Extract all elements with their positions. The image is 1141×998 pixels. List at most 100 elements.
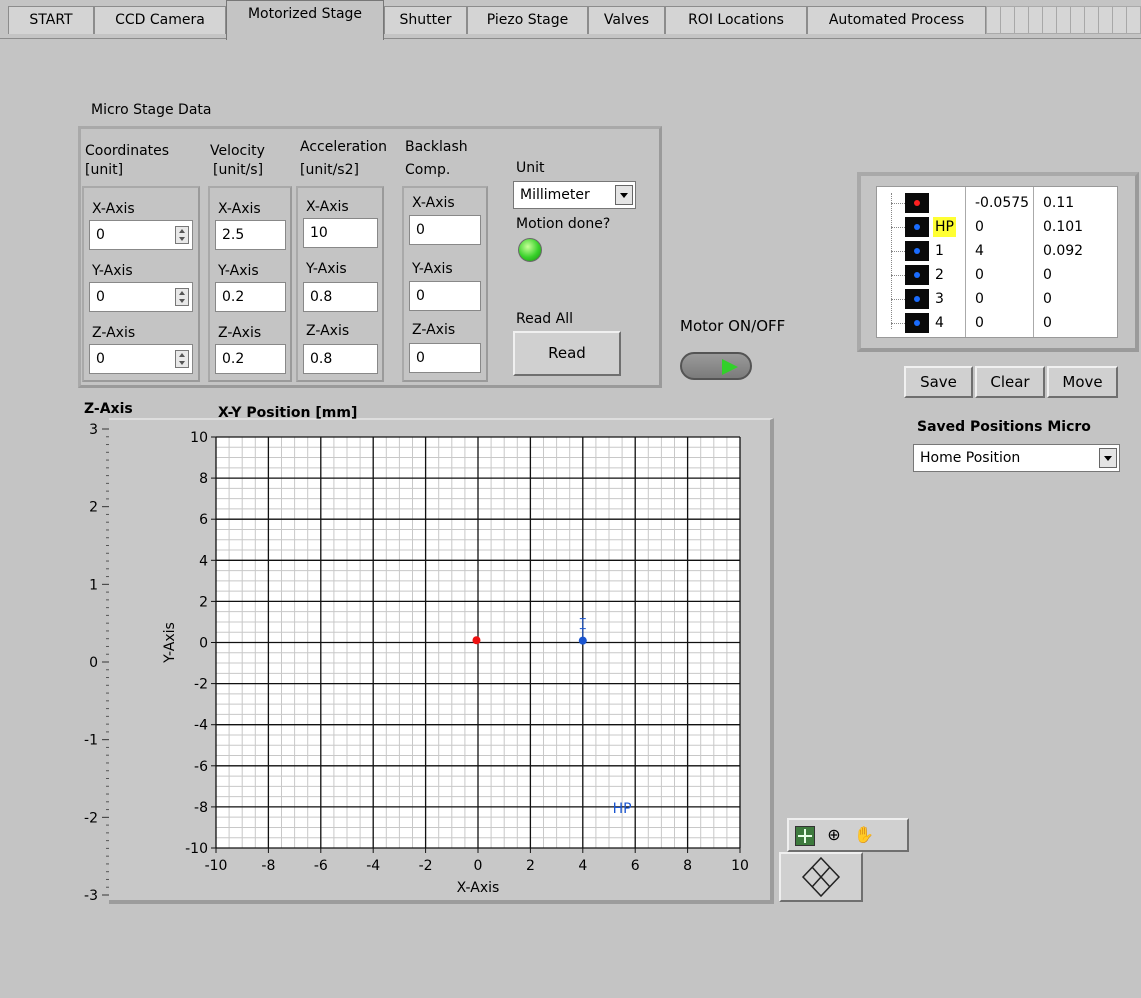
coord-y-field[interactable]: 0	[89, 282, 193, 312]
chevron-down-icon[interactable]	[615, 185, 633, 205]
z-tick-label: 1	[89, 577, 98, 593]
backlash-y-field[interactable]: 0	[409, 281, 481, 311]
unit-label: Unit	[516, 160, 545, 176]
table-row[interactable]: 4 0 0	[877, 311, 1117, 335]
backlash-header-line1: Backlash	[405, 139, 468, 155]
tab-roi-locations[interactable]: ROI Locations	[665, 6, 807, 34]
velocity-y-label: Y-Axis	[218, 263, 259, 279]
z-tick-label: -3	[84, 888, 98, 904]
table-row[interactable]: 3 0 0	[877, 287, 1117, 311]
x-tick-label: 2	[526, 858, 535, 874]
pan-hand-icon[interactable]: ✋	[853, 824, 875, 846]
save-button[interactable]: Save	[904, 366, 973, 398]
table-cell-x: 4	[975, 243, 984, 259]
coord-x-label: X-Axis	[92, 201, 135, 217]
table-cell-y: 0.092	[1043, 243, 1084, 259]
y-tick-label: 4	[199, 553, 208, 569]
acceleration-header-line2: [unit/s2]	[300, 162, 359, 178]
acceleration-x-label: X-Axis	[306, 199, 349, 215]
table-cell-y: 0.101	[1043, 219, 1084, 235]
z-tick-label: 0	[89, 655, 98, 671]
table-row[interactable]: 2 0 0	[877, 263, 1117, 287]
table-cell-y: 0	[1043, 291, 1052, 307]
table-cell-x: -0.0575	[975, 195, 1030, 211]
coord-y-label: Y-Axis	[92, 263, 133, 279]
table-cell-name: 4	[935, 315, 944, 331]
backlash-header-line2: Comp.	[405, 162, 451, 178]
table-row[interactable]: HP 0 0.101	[877, 215, 1117, 239]
table-cell-y: 0	[1043, 315, 1052, 331]
tab-motorized-stage[interactable]: Motorized Stage	[226, 0, 384, 40]
read-all-label: Read All	[516, 311, 573, 327]
tab-piezo-stage[interactable]: Piezo Stage	[467, 6, 588, 34]
unit-select[interactable]: Millimeter	[513, 181, 636, 209]
move-button[interactable]: Move	[1047, 366, 1118, 398]
z-tick-label: -2	[84, 810, 98, 826]
y-axis-label: Y-Axis	[162, 622, 178, 664]
motion-done-led-icon	[518, 238, 542, 262]
coord-z-stepper[interactable]	[175, 350, 189, 368]
velocity-x-field[interactable]: 2.5	[215, 220, 286, 250]
coord-z-field[interactable]: 0	[89, 344, 193, 374]
velocity-y-field[interactable]: 0.2	[215, 282, 286, 312]
zoom-tool-icon[interactable]: ⊕	[823, 824, 845, 846]
tab-ccd-camera[interactable]: CCD Camera	[94, 6, 226, 34]
tab-start[interactable]: START	[8, 6, 94, 34]
coord-y-stepper[interactable]	[175, 288, 189, 306]
plot-marker-icon	[905, 313, 929, 333]
motor-toggle[interactable]	[680, 352, 752, 380]
plot-marker-icon	[905, 217, 929, 237]
coord-x-field[interactable]: 0	[89, 220, 193, 250]
graph-palette: ⊕ ✋	[787, 818, 909, 852]
plot-marker-icon	[905, 193, 929, 213]
table-row[interactable]: -0.0575 0.11	[877, 191, 1117, 215]
acceleration-x-field[interactable]: 10	[303, 218, 378, 248]
acceleration-z-field[interactable]: 0.8	[303, 344, 378, 374]
backlash-y-label: Y-Axis	[412, 261, 453, 277]
x-tick-label: -2	[419, 858, 433, 874]
table-cell-name: HP	[933, 217, 956, 237]
tab-valves[interactable]: Valves	[588, 6, 665, 34]
velocity-z-field[interactable]: 0.2	[215, 344, 286, 374]
tab-automated-process[interactable]: Automated Process	[807, 6, 986, 34]
x-tick-label: 0	[474, 858, 483, 874]
z-tick-label: 3	[89, 422, 98, 438]
backlash-x-label: X-Axis	[412, 195, 455, 211]
read-button[interactable]: Read	[513, 331, 621, 376]
x-tick-label: 8	[683, 858, 692, 874]
data-point[interactable]	[472, 636, 481, 645]
clear-button[interactable]: Clear	[975, 366, 1045, 398]
velocity-x-label: X-Axis	[218, 201, 261, 217]
xy-graph[interactable]: -10 -8 -6 -4 -2 0 2 4 6 8 10 10 8 6 4 2 0 -2 -4 -6 -8 -10 X-Ax…	[150, 420, 760, 900]
unit-select-value: Millimeter	[520, 187, 590, 203]
z-tick-label: -1	[84, 733, 98, 749]
scale-legend-button[interactable]	[779, 852, 863, 902]
coord-x-stepper[interactable]	[175, 226, 189, 244]
tab-shutter[interactable]: Shutter	[384, 6, 467, 34]
velocity-header-line2: [unit/s]	[213, 162, 264, 178]
y-tick-label: 8	[199, 471, 208, 487]
backlash-x-field[interactable]: 0	[409, 215, 481, 245]
acceleration-z-label: Z-Axis	[306, 323, 350, 339]
saved-positions-select[interactable]: Home Position	[913, 444, 1120, 472]
x-axis-label: X-Axis	[457, 880, 500, 896]
y-tick-label: 10	[190, 430, 208, 446]
table-row[interactable]: 1 4 0.092	[877, 239, 1117, 263]
diamond-pan-icon	[801, 856, 841, 898]
tab-bar-filler	[986, 6, 1141, 34]
coord-z-label: Z-Axis	[92, 325, 136, 341]
chevron-down-icon[interactable]	[1099, 448, 1117, 468]
y-tick-label: 6	[199, 512, 208, 528]
backlash-z-field[interactable]: 0	[409, 343, 481, 373]
y-tick-label: -2	[194, 677, 208, 693]
table-cell-x: 0	[975, 315, 984, 331]
positions-table[interactable]: -0.0575 0.11 HP 0 0.101 1 4 0.092 2 0 0 3 0 0 4 0 0	[876, 186, 1118, 338]
x-tick-label: -6	[314, 858, 328, 874]
y-tick-label: -8	[194, 800, 208, 816]
acceleration-y-field[interactable]: 0.8	[303, 282, 378, 312]
table-cell-x: 0	[975, 219, 984, 235]
coordinates-header-line1: Coordinates	[85, 143, 170, 159]
table-cell-y: 0	[1043, 267, 1052, 283]
cursor-tool-icon[interactable]	[795, 826, 815, 846]
coord-z-value: 0	[96, 351, 105, 367]
